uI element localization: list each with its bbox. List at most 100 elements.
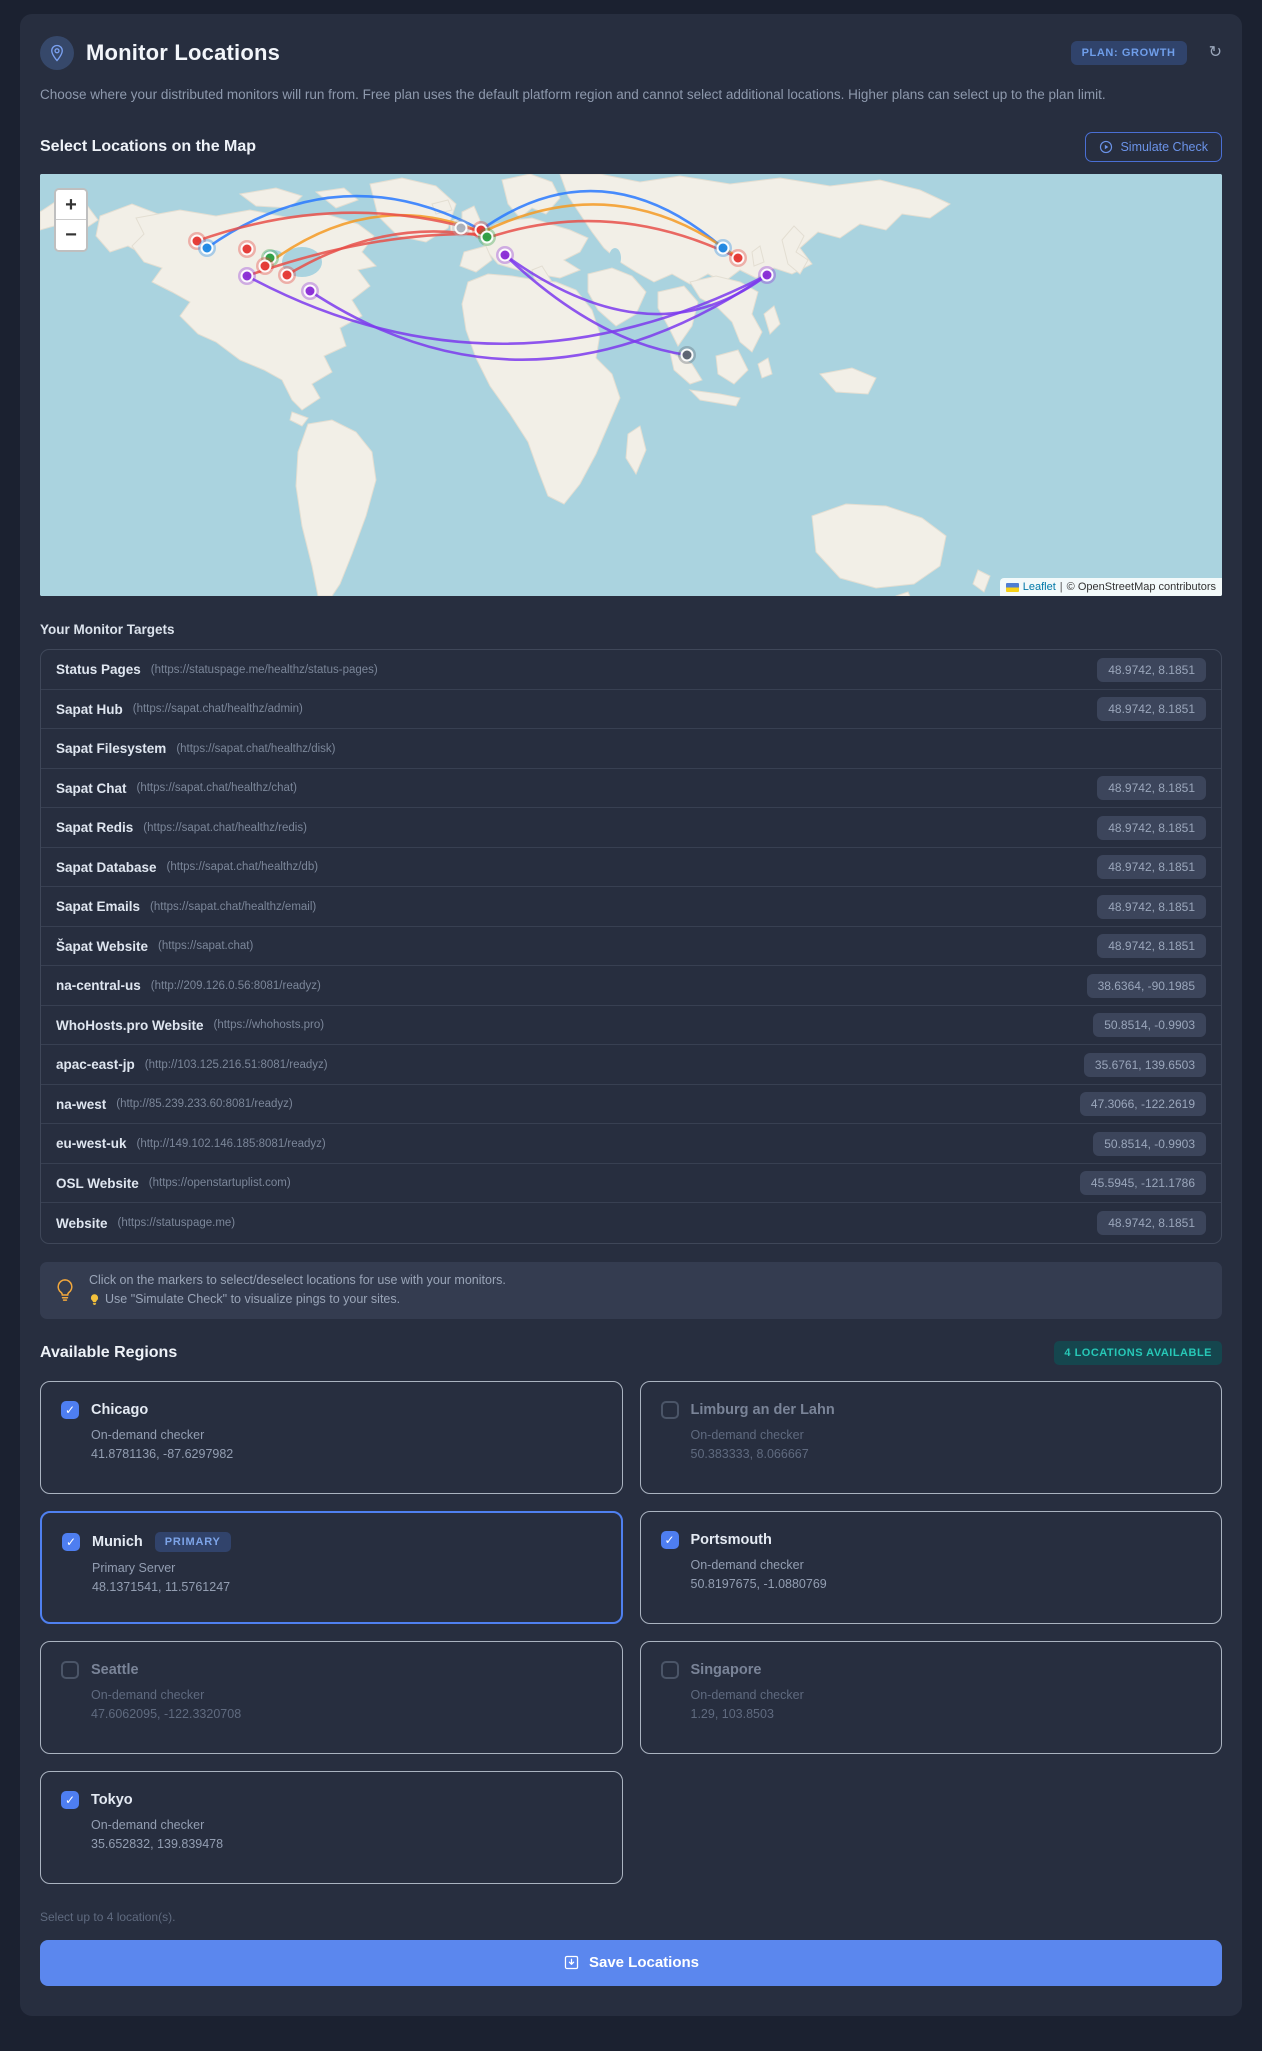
- map-zoom-control: + −: [54, 188, 88, 253]
- target-name: Status Pages: [56, 662, 141, 678]
- plan-badge: PLAN: GROWTH: [1070, 41, 1187, 65]
- locations-available-badge: 4 LOCATIONS AVAILABLE: [1054, 1340, 1222, 1365]
- target-url: (https://sapat.chat/healthz/admin): [132, 703, 303, 716]
- target-url: (https://sapat.chat/healthz/disk): [176, 742, 336, 755]
- region-name: Munich: [92, 1533, 143, 1550]
- target-row: Status Pages (https://statuspage.me/heal…: [41, 650, 1221, 690]
- target-name: Sapat Emails: [56, 899, 141, 915]
- target-row: Website (https://statuspage.me) 48.9742,…: [41, 1203, 1221, 1243]
- region-name: Singapore: [690, 1661, 762, 1678]
- target-url: (http://209.126.0.56:8081/readyz): [150, 979, 321, 992]
- save-icon: [563, 1954, 580, 1971]
- play-circle-icon: [1099, 140, 1113, 154]
- target-url: (https://whohosts.pro): [213, 1019, 325, 1032]
- target-row: Sapat Database (https://sapat.chat/healt…: [41, 848, 1221, 888]
- region-checkbox[interactable]: [660, 1660, 679, 1679]
- map-section-title: Select Locations on the Map: [40, 138, 257, 156]
- target-row: Sapat Filesystem (https://sapat.chat/hea…: [41, 729, 1221, 769]
- region-card[interactable]: Chicago On-demand checker 41.8781136, -8…: [40, 1380, 623, 1494]
- target-row: OSL Website (https://openstartuplist.com…: [41, 1164, 1221, 1204]
- region-card[interactable]: Tokyo On-demand checker 35.652832, 139.8…: [40, 1770, 623, 1884]
- simulate-check-button[interactable]: Simulate Check: [1085, 132, 1222, 163]
- region-subtitle: On-demand checker: [690, 1687, 804, 1702]
- target-name: Sapat Redis: [56, 820, 134, 836]
- world-map[interactable]: + − Leaflet | © OpenStreetMap contributo…: [40, 174, 1222, 597]
- region-coords: 50.8197675, -1.0880769: [690, 1576, 827, 1591]
- target-row: WhoHosts.pro Website (https://whohosts.p…: [41, 1006, 1221, 1046]
- target-name: WhoHosts.pro Website: [56, 1017, 204, 1033]
- target-row: apac-east-jp (http://103.125.216.51:8081…: [41, 1045, 1221, 1085]
- region-subtitle: On-demand checker: [91, 1817, 205, 1832]
- target-name: Šapat Website: [56, 938, 149, 954]
- region-checkbox[interactable]: [61, 1790, 79, 1809]
- region-subtitle: On-demand checker: [690, 1557, 804, 1572]
- target-row: Sapat Hub (https://sapat.chat/healthz/ad…: [41, 690, 1221, 730]
- target-name: Sapat Chat: [56, 780, 127, 796]
- leaflet-link[interactable]: Leaflet: [1023, 581, 1056, 593]
- region-checkbox[interactable]: [61, 1660, 79, 1679]
- primary-badge: PRIMARY: [154, 1531, 231, 1552]
- region-name: Tokyo: [91, 1791, 133, 1808]
- region-subtitle: On-demand checker: [91, 1687, 205, 1702]
- region-checkbox[interactable]: [61, 1400, 79, 1419]
- targets-title: Your Monitor Targets: [40, 622, 175, 638]
- region-name: Limburg an der Lahn: [690, 1401, 835, 1418]
- target-row: eu-west-uk (http://149.102.146.185:8081/…: [41, 1124, 1221, 1164]
- region-card[interactable]: Limburg an der Lahn On-demand checker 50…: [639, 1380, 1222, 1494]
- targets-list: Status Pages (https://statuspage.me/heal…: [40, 649, 1222, 1244]
- target-row: na-central-us (http://209.126.0.56:8081/…: [41, 966, 1221, 1006]
- refresh-icon[interactable]: ↻: [1209, 45, 1222, 61]
- header: Monitor Locations PLAN: GROWTH ↻: [40, 36, 1222, 70]
- region-card[interactable]: Seattle On-demand checker 47.6062095, -1…: [40, 1640, 623, 1754]
- monitor-locations-panel: Monitor Locations PLAN: GROWTH ↻ Choose …: [20, 14, 1242, 2016]
- target-row: Šapat Website (https://sapat.chat) 48.97…: [41, 927, 1221, 967]
- region-checkbox[interactable]: [62, 1532, 80, 1551]
- target-url: (https://sapat.chat/healthz/email): [150, 900, 317, 913]
- page-title: Monitor Locations: [86, 40, 281, 65]
- tip-box: Click on the markers to select/deselect …: [40, 1261, 1222, 1319]
- target-coords-badge: 48.9742, 8.1851: [1097, 855, 1206, 880]
- target-name: na-west: [56, 1096, 107, 1112]
- save-locations-button[interactable]: Save Locations: [40, 1939, 1222, 1986]
- target-url: (http://103.125.216.51:8081/readyz): [144, 1058, 328, 1071]
- target-row: Sapat Emails (https://sapat.chat/healthz…: [41, 887, 1221, 927]
- page-description: Choose where your distributed monitors w…: [40, 87, 1106, 102]
- bulb-emoji-icon: [89, 1293, 100, 1306]
- target-url: (https://openstartuplist.com): [148, 1177, 291, 1190]
- target-url: (https://sapat.chat/healthz/db): [166, 861, 319, 874]
- target-row: Sapat Redis (https://sapat.chat/healthz/…: [41, 808, 1221, 848]
- region-checkbox[interactable]: [660, 1400, 679, 1419]
- target-coords-badge: 35.6761, 139.6503: [1083, 1052, 1206, 1077]
- zoom-out-button[interactable]: −: [56, 220, 86, 251]
- target-name: eu-west-uk: [56, 1136, 127, 1152]
- region-card[interactable]: Portsmouth On-demand checker 50.8197675,…: [639, 1510, 1222, 1624]
- target-url: (https://sapat.chat/healthz/redis): [143, 821, 307, 834]
- region-coords: 48.1371541, 11.5761247: [92, 1579, 231, 1594]
- target-url: (https://sapat.chat): [158, 940, 254, 953]
- region-checkbox[interactable]: [660, 1530, 679, 1549]
- target-coords-badge: 48.9742, 8.1851: [1097, 934, 1206, 959]
- regions-title: Available Regions: [40, 1343, 178, 1361]
- regions-grid: Chicago On-demand checker 41.8781136, -8…: [40, 1380, 1222, 1884]
- region-coords: 1.29, 103.8503: [690, 1706, 774, 1721]
- region-subtitle: On-demand checker: [690, 1427, 804, 1442]
- map-attribution: Leaflet | © OpenStreetMap contributors: [999, 578, 1222, 597]
- target-name: Sapat Filesystem: [56, 741, 167, 757]
- target-name: Website: [56, 1215, 108, 1231]
- zoom-in-button[interactable]: +: [56, 190, 86, 221]
- target-coords-badge: 38.6364, -90.1985: [1086, 973, 1206, 998]
- target-url: (https://statuspage.me): [117, 1217, 236, 1230]
- osm-attribution: © OpenStreetMap contributors: [1066, 581, 1216, 594]
- region-subtitle: On-demand checker: [91, 1427, 205, 1442]
- region-card[interactable]: Singapore On-demand checker 1.29, 103.85…: [639, 1640, 1222, 1754]
- lightbulb-icon: [54, 1277, 76, 1303]
- target-name: Sapat Hub: [56, 701, 123, 717]
- target-row: na-west (http://85.239.233.60:8081/ready…: [41, 1085, 1221, 1125]
- target-url: (https://statuspage.me/healthz/status-pa…: [150, 663, 378, 676]
- target-name: Sapat Database: [56, 859, 157, 875]
- target-name: na-central-us: [56, 978, 141, 994]
- region-card[interactable]: Munich PRIMARY Primary Server 48.1371541…: [40, 1510, 623, 1624]
- location-pin-icon: [40, 36, 74, 70]
- target-coords-badge: 50.8514, -0.9903: [1093, 1013, 1206, 1038]
- target-coords-badge: 45.5945, -121.1786: [1079, 1171, 1206, 1196]
